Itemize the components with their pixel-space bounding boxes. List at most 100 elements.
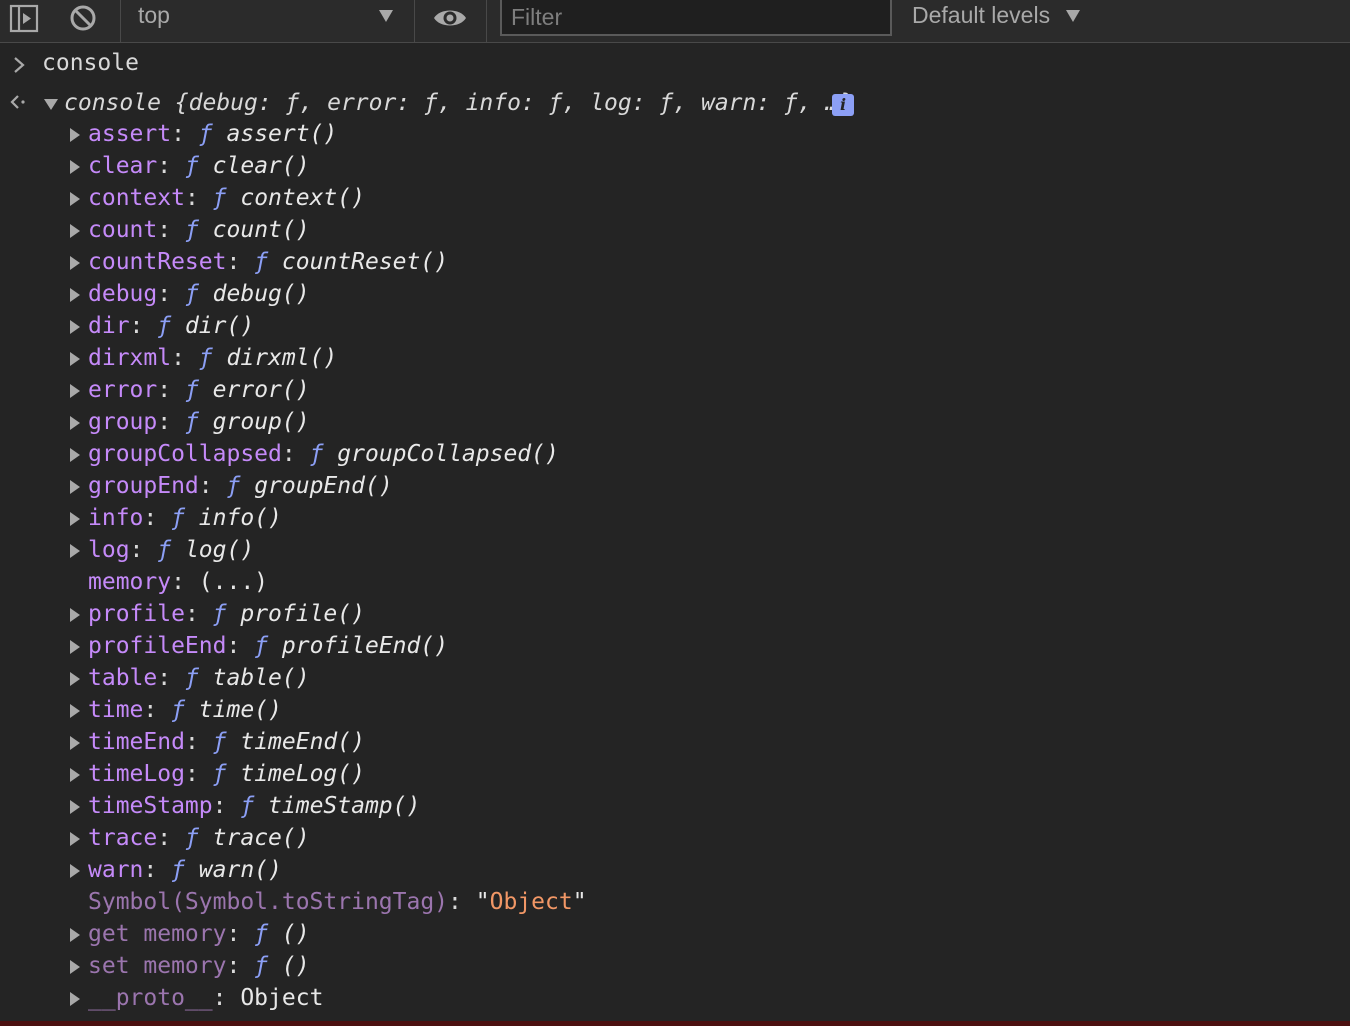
function-symbol: ƒ — [184, 377, 199, 403]
expand-toggle-icon[interactable] — [70, 544, 80, 558]
expand-toggle-icon[interactable] — [70, 704, 80, 718]
property-value: count() — [198, 217, 310, 243]
property-row[interactable]: dir: ƒ dir() — [0, 310, 900, 342]
property-row[interactable]: groupCollapsed: ƒ groupCollapsed() — [0, 438, 900, 470]
expand-toggle-icon[interactable] — [70, 256, 80, 270]
property-line: warn: ƒ warn() — [88, 854, 282, 886]
expand-toggle-icon[interactable] — [70, 768, 80, 782]
property-value: timeStamp() — [254, 793, 421, 819]
property-row[interactable]: get memory: ƒ () — [0, 918, 900, 950]
clear-console-icon[interactable] — [68, 3, 98, 33]
property-line: info: ƒ info() — [88, 502, 282, 534]
expand-toggle-icon[interactable] — [70, 288, 80, 302]
log-levels-dropdown[interactable]: Default levels — [912, 2, 1050, 29]
property-row[interactable]: groupEnd: ƒ groupEnd() — [0, 470, 900, 502]
property-value: () — [268, 921, 310, 947]
property-line: groupCollapsed: ƒ groupCollapsed() — [88, 438, 559, 470]
property-row[interactable]: dirxml: ƒ dirxml() — [0, 342, 900, 374]
property-key: profile — [88, 601, 185, 627]
property-line: trace: ƒ trace() — [88, 822, 310, 854]
property-row[interactable]: log: ƒ log() — [0, 534, 900, 566]
property-value: error() — [198, 377, 310, 403]
property-separator: : — [281, 441, 310, 467]
property-value: timeLog() — [226, 761, 365, 787]
property-key: set memory — [88, 953, 227, 979]
object-summary[interactable]: console {debug: ƒ, error: ƒ, info: ƒ, lo… — [64, 90, 853, 116]
property-value: debug() — [198, 281, 310, 307]
property-row[interactable]: trace: ƒ trace() — [0, 822, 900, 854]
eye-icon[interactable] — [432, 5, 468, 31]
property-value: (...) — [198, 569, 269, 595]
property-separator: : — [184, 761, 213, 787]
property-row[interactable]: __proto__: Object — [0, 982, 900, 1014]
bottom-border — [0, 1021, 1350, 1026]
property-row[interactable]: timeLog: ƒ timeLog() — [0, 758, 900, 790]
property-row[interactable]: warn: ƒ warn() — [0, 854, 900, 886]
expand-toggle-icon[interactable] — [70, 640, 80, 654]
property-row[interactable]: profile: ƒ profile() — [0, 598, 900, 630]
property-row[interactable]: error: ƒ error() — [0, 374, 900, 406]
result-arrow-icon — [10, 95, 25, 109]
info-badge-icon[interactable]: i — [832, 94, 854, 116]
expand-toggle-icon[interactable] — [70, 992, 80, 1006]
expand-toggle-icon[interactable] — [70, 480, 80, 494]
expand-toggle-icon[interactable] — [70, 416, 80, 430]
show-sidebar-icon[interactable] — [9, 3, 41, 35]
property-key: groupEnd — [88, 473, 199, 499]
property-separator: : — [143, 857, 172, 883]
property-row[interactable]: count: ƒ count() — [0, 214, 900, 246]
property-row[interactable]: context: ƒ context() — [0, 182, 900, 214]
expand-toggle-icon[interactable] — [70, 128, 80, 142]
expand-toggle-icon[interactable] — [70, 512, 80, 526]
property-row[interactable]: clear: ƒ clear() — [0, 150, 900, 182]
expand-toggle-icon[interactable] — [70, 160, 80, 174]
expand-toggle-icon[interactable] — [70, 224, 80, 238]
property-separator: : — [198, 473, 227, 499]
property-key: dir — [88, 313, 130, 339]
expand-toggle-icon[interactable] — [70, 672, 80, 686]
expand-toggle-icon[interactable] — [70, 608, 80, 622]
property-line: dirxml: ƒ dirxml() — [88, 342, 337, 374]
collapse-toggle-icon[interactable] — [44, 99, 58, 110]
expand-toggle-icon[interactable] — [70, 192, 80, 206]
filter-input[interactable] — [500, 0, 892, 36]
property-value: info() — [184, 505, 282, 531]
function-symbol: ƒ — [254, 921, 269, 947]
expand-toggle-icon[interactable] — [70, 352, 80, 366]
function-symbol: ƒ — [184, 825, 199, 851]
property-row[interactable]: countReset: ƒ countReset() — [0, 246, 900, 278]
property-row[interactable]: time: ƒ time() — [0, 694, 900, 726]
expand-toggle-icon[interactable] — [70, 448, 80, 462]
expand-toggle-icon[interactable] — [70, 384, 80, 398]
expand-toggle-icon[interactable] — [70, 320, 80, 334]
expand-toggle-icon[interactable] — [70, 928, 80, 942]
property-row[interactable]: assert: ƒ assert() — [0, 118, 900, 150]
property-row[interactable]: set memory: ƒ () — [0, 950, 900, 982]
property-key: groupCollapsed — [88, 441, 282, 467]
property-separator: : — [157, 377, 185, 403]
property-row[interactable]: info: ƒ info() — [0, 502, 900, 534]
expand-toggle-icon[interactable] — [70, 960, 80, 974]
property-key: __proto__ — [88, 985, 213, 1011]
context-selector[interactable]: top — [120, 0, 412, 36]
property-row[interactable]: timeEnd: ƒ timeEnd() — [0, 726, 900, 758]
property-key: info — [88, 505, 144, 531]
property-value: group() — [198, 409, 310, 435]
property-row[interactable]: group: ƒ group() — [0, 406, 900, 438]
property-separator: : — [157, 825, 185, 851]
expand-toggle-icon[interactable] — [70, 864, 80, 878]
property-key: assert — [88, 121, 172, 147]
expand-toggle-icon[interactable] — [70, 832, 80, 846]
property-row[interactable]: timeStamp: ƒ timeStamp() — [0, 790, 900, 822]
property-row[interactable]: profileEnd: ƒ profileEnd() — [0, 630, 900, 662]
expand-toggle-icon[interactable] — [70, 736, 80, 750]
property-separator: : — [157, 153, 185, 179]
property-row[interactable]: debug: ƒ debug() — [0, 278, 900, 310]
property-row[interactable]: memory: (...) — [0, 566, 900, 598]
property-line: profileEnd: ƒ profileEnd() — [88, 630, 448, 662]
property-row[interactable]: table: ƒ table() — [0, 662, 900, 694]
dropdown-arrow-icon — [1066, 10, 1080, 22]
expand-toggle-icon[interactable] — [70, 800, 80, 814]
property-key: countReset — [88, 249, 227, 275]
property-value: clear() — [198, 153, 310, 179]
